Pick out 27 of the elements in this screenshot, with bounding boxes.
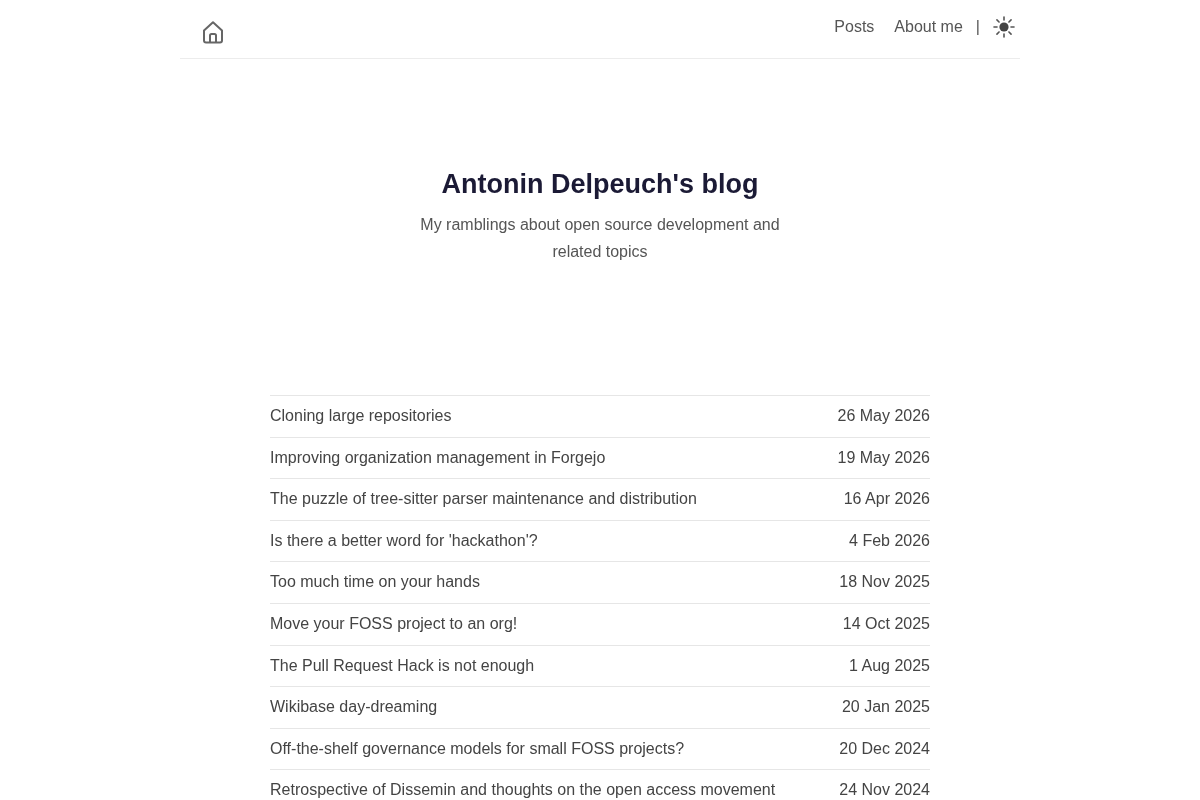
post-link[interactable]: Too much time on your hands (270, 572, 480, 593)
blog-title: Antonin Delpeuch's blog (441, 168, 759, 200)
theme-toggle-sun-icon[interactable] (993, 16, 1015, 38)
post-date: 1 Aug 2025 (849, 655, 930, 676)
nav-separator: | (975, 18, 980, 36)
post-link[interactable]: Off-the-shelf governance models for small FOSS projects? (270, 738, 685, 760)
post-link[interactable]: Is there a better word for 'hackathon'? (270, 530, 538, 552)
post-date: 4 Feb 2026 (849, 530, 930, 551)
post-link[interactable]: Improving organization management in Forgejo (270, 447, 606, 469)
post-link[interactable]: The Pull Request Hack is not enough (270, 655, 535, 677)
post-link[interactable]: Cloning large repositories (270, 406, 452, 427)
blog-subtitle: My ramblings about open source development and related topics (419, 215, 781, 262)
post-link[interactable]: The puzzle of tree-sitter parser maintenance and distribution (270, 489, 697, 510)
home-icon[interactable] (202, 19, 224, 44)
nav-link[interactable]: Posts (834, 18, 875, 36)
post-date: 20 Dec 2024 (839, 738, 930, 759)
post-link[interactable]: Move your FOSS project to an org! (270, 613, 518, 635)
post-date: 24 Nov 2024 (839, 780, 930, 800)
post-date: 19 May 2026 (837, 447, 930, 468)
post-date: 20 Jan 2025 (841, 697, 930, 718)
nav-link[interactable]: About me (894, 18, 963, 36)
post-link[interactable]: Wikibase day-dreaming (270, 697, 438, 718)
post-date: 14 Oct 2025 (842, 613, 930, 634)
post-link[interactable]: Retrospective of Dissemin and thoughts on the open access movement (270, 780, 776, 800)
post-date: 26 May 2026 (837, 406, 930, 426)
post-date: 18 Nov 2025 (839, 572, 930, 593)
post-date: 16 Apr 2026 (843, 489, 930, 510)
